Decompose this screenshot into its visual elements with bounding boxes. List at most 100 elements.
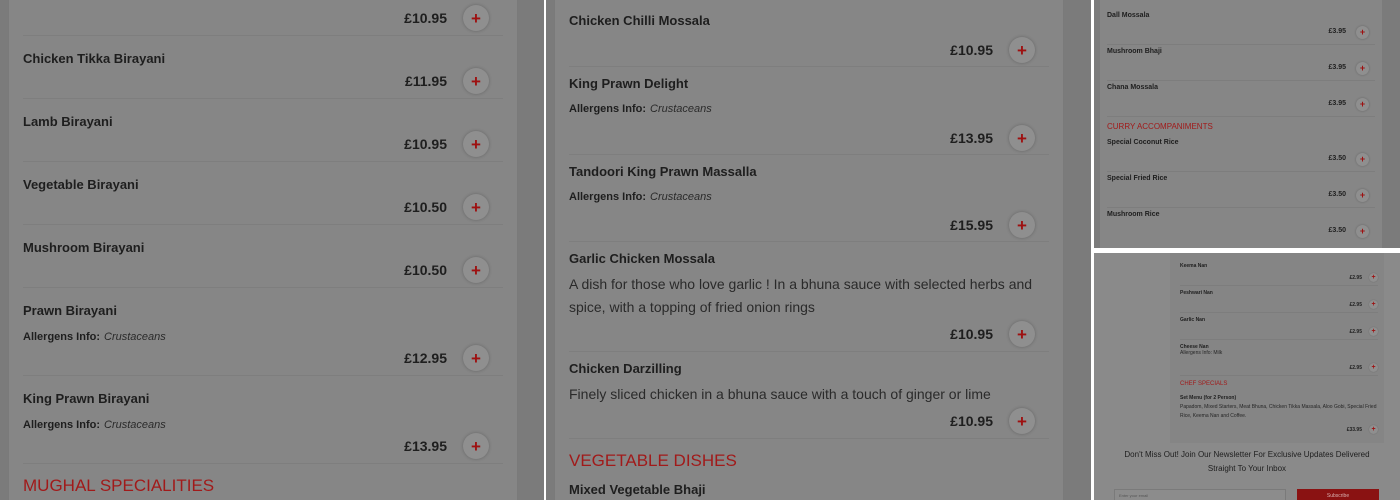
add-to-cart-button[interactable]: + bbox=[463, 433, 489, 459]
item-price: £11.95 bbox=[404, 73, 447, 89]
plus-icon: + bbox=[1359, 99, 1366, 109]
item-price: £10.95 bbox=[950, 413, 993, 429]
item-name: Mushroom Rice bbox=[1107, 211, 1160, 218]
add-to-cart-button[interactable]: + bbox=[1356, 26, 1369, 39]
item-name: Garlic Chicken Mossala bbox=[569, 251, 715, 266]
plus-icon: + bbox=[1371, 364, 1376, 371]
divider bbox=[1107, 171, 1375, 172]
item-name: Mushroom Bhaji bbox=[1107, 48, 1162, 55]
item-description: Finely sliced chicken in a bhuna sauce w… bbox=[569, 386, 991, 402]
item-name: King Prawn Delight bbox=[569, 76, 689, 91]
add-to-cart-button[interactable]: + bbox=[1009, 37, 1035, 63]
subscribe-button[interactable]: Subscribe bbox=[1297, 489, 1379, 500]
item-name: Mushroom Birayani bbox=[23, 240, 145, 255]
menu-item: Chicken Tikka Birayani £11.95 + bbox=[23, 36, 503, 99]
allergen-info: Allergens Info: Crustaceans bbox=[23, 419, 166, 431]
item-price: £2.95 bbox=[1349, 275, 1362, 281]
item-name: Chicken Tikka Birayani bbox=[23, 51, 166, 66]
item-price: £13.95 bbox=[404, 438, 447, 454]
plus-icon: + bbox=[1371, 301, 1376, 308]
plus-icon: + bbox=[471, 260, 481, 280]
add-to-cart-button[interactable]: + bbox=[463, 194, 489, 220]
section-title: VEGETABLE DISHES bbox=[569, 451, 737, 470]
add-to-cart-button[interactable]: + bbox=[1356, 225, 1369, 238]
menu-card: Dall Mossala £3.95 + Mushroom Bhaji £3.9… bbox=[1100, 0, 1382, 248]
add-to-cart-button[interactable]: + bbox=[1009, 125, 1035, 151]
plus-icon: + bbox=[471, 197, 481, 217]
item-name: Chicken Chilli Mossala bbox=[569, 13, 710, 28]
add-to-cart-button[interactable]: + bbox=[1356, 62, 1369, 75]
item-name: Keema Nan bbox=[1180, 263, 1208, 269]
menu-card: Chicken Chilli Mossala £10.95 + King Pra… bbox=[554, 0, 1064, 500]
add-to-cart-button[interactable]: + bbox=[1356, 153, 1369, 166]
menu-item: Chicken Darzilling Finely sliced chicken… bbox=[569, 352, 1049, 439]
add-to-cart-button[interactable]: + bbox=[1356, 98, 1369, 111]
add-to-cart-button[interactable]: + bbox=[1369, 273, 1378, 282]
item-price: £3.50 bbox=[1328, 191, 1346, 198]
menu-item: King Prawn Delight Allergens Info: Crusta… bbox=[569, 67, 1049, 155]
divider bbox=[1180, 285, 1378, 286]
add-to-cart-button[interactable]: + bbox=[1369, 300, 1378, 309]
add-to-cart-button[interactable]: + bbox=[463, 131, 489, 157]
menu-panel-biryani: £10.95 + Chicken Tikka Birayani £11.95 +… bbox=[0, 0, 544, 500]
item-name: Vegetable Birayani bbox=[23, 177, 139, 192]
item-price: £33.95 bbox=[1346, 427, 1362, 433]
item-price: £10.50 bbox=[404, 199, 447, 215]
item-name: Special Coconut Rice bbox=[1107, 139, 1179, 146]
item-name: Chana Mossala bbox=[1107, 84, 1158, 91]
item-price: £3.50 bbox=[1328, 227, 1346, 234]
plus-icon: + bbox=[1371, 426, 1376, 433]
menu-item: Chicken Chilli Mossala £10.95 + bbox=[569, 0, 1049, 67]
plus-icon: + bbox=[471, 71, 481, 91]
menu-item: King Prawn Birayani Allergens Info: Crust… bbox=[23, 376, 503, 464]
add-to-cart-button[interactable]: + bbox=[1356, 189, 1369, 202]
menu-item: Prawn Birayani Allergens Info: Crustacean… bbox=[23, 288, 503, 376]
allergen-info: Allergens Info: Crustaceans bbox=[23, 331, 166, 343]
divider bbox=[1107, 116, 1375, 117]
menu-panel-specialities: Chicken Chilli Mossala £10.95 + King Pra… bbox=[546, 0, 1091, 500]
plus-icon: + bbox=[1371, 328, 1376, 335]
menu-item: £10.95 + bbox=[23, 0, 503, 36]
item-price: £10.95 bbox=[950, 326, 993, 342]
allergen-info: Allergens Info: Crustaceans bbox=[569, 191, 712, 203]
plus-icon: + bbox=[471, 134, 481, 154]
divider bbox=[1180, 312, 1378, 313]
add-to-cart-button[interactable]: + bbox=[1369, 425, 1378, 434]
plus-icon: + bbox=[471, 348, 481, 368]
plus-icon: + bbox=[1371, 274, 1376, 281]
section-title: MUGHAL SPECIALITIES bbox=[23, 476, 215, 495]
item-price: £10.95 bbox=[404, 10, 447, 26]
menu-panel-breads-and-footer: Keema Nan £2.95 + Peshwari Nan £2.95 + G… bbox=[1094, 253, 1400, 500]
add-to-cart-button[interactable]: + bbox=[1369, 363, 1378, 372]
divider bbox=[1180, 339, 1378, 340]
menu-panel-vegetable-sides: Dall Mossala £3.95 + Mushroom Bhaji £3.9… bbox=[1094, 0, 1400, 248]
plus-icon: + bbox=[1359, 190, 1366, 200]
plus-icon: + bbox=[1359, 63, 1366, 73]
allergen-info: Allergens Info: Milk bbox=[1180, 350, 1223, 356]
item-description: A dish for those who love garlic ! In a … bbox=[569, 276, 1033, 315]
add-to-cart-button[interactable]: + bbox=[463, 5, 489, 31]
divider bbox=[1107, 80, 1375, 81]
section-title: CURRY ACCOMPANIMENTS bbox=[1107, 122, 1213, 131]
item-price: £3.95 bbox=[1328, 64, 1346, 71]
plus-icon: + bbox=[1017, 411, 1027, 431]
item-price: £3.95 bbox=[1328, 100, 1346, 107]
add-to-cart-button[interactable]: + bbox=[1009, 408, 1035, 434]
menu-item: Garlic Chicken Mossala A dish for those … bbox=[569, 242, 1049, 352]
add-to-cart-button[interactable]: + bbox=[463, 68, 489, 94]
add-to-cart-button[interactable]: + bbox=[463, 345, 489, 371]
add-to-cart-button[interactable]: + bbox=[1009, 321, 1035, 347]
item-price: £2.95 bbox=[1349, 329, 1362, 335]
item-name: Mixed Vegetable Bhaji bbox=[569, 482, 706, 497]
plus-icon: + bbox=[1017, 40, 1027, 60]
add-to-cart-button[interactable]: + bbox=[463, 257, 489, 283]
newsletter-email-input[interactable]: Enter your email bbox=[1114, 489, 1286, 500]
section-title: CHEF SPECIALS bbox=[1180, 381, 1228, 387]
divider bbox=[1180, 375, 1378, 376]
add-to-cart-button[interactable]: + bbox=[1009, 212, 1035, 238]
item-description: Papadom, Mixed Starters, Meat Bhuna, Chi… bbox=[1180, 404, 1377, 419]
item-name: Set Menu (for 2 Person) bbox=[1180, 395, 1237, 401]
add-to-cart-button[interactable]: + bbox=[1369, 327, 1378, 336]
divider bbox=[1107, 207, 1375, 208]
item-name: Garlic Nan bbox=[1180, 317, 1206, 323]
